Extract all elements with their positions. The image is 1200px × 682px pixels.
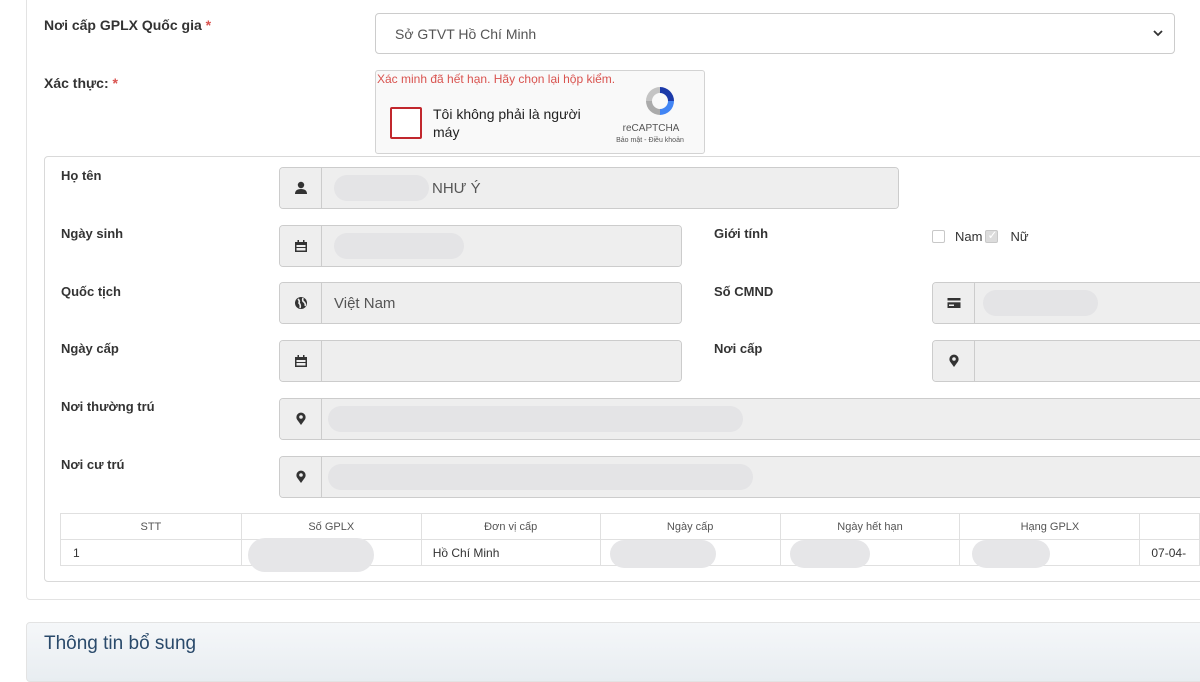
chevron-down-icon [1153, 30, 1163, 37]
recaptcha-checkbox[interactable] [390, 107, 422, 139]
column-header: Hạng GPLX [959, 513, 1141, 540]
gplx-issuer-select[interactable]: Sở GTVT Hồ Chí Minh [375, 13, 1175, 54]
dob-field[interactable] [279, 225, 682, 267]
gender-male-checkbox[interactable] [932, 230, 945, 243]
cell-extra: 07-04- [1139, 539, 1200, 566]
gender-female-checkbox[interactable] [985, 228, 999, 243]
calendar-icon [280, 341, 322, 381]
column-header: Ngày cấp [599, 513, 781, 540]
dob-label: Ngày sinh [61, 226, 124, 241]
issue-date-label: Ngày cấp [61, 341, 119, 356]
permanent-address-label: Nơi thường trú [61, 399, 155, 414]
verify-label: Xác thực: * [44, 75, 118, 91]
column-header: Số GPLX [240, 513, 422, 540]
redacted-text [328, 406, 743, 432]
recaptcha-logo-icon [646, 87, 674, 115]
redacted-text [334, 175, 429, 201]
recaptcha-terms-link[interactable]: Điều khoản [648, 137, 683, 144]
column-header [1139, 513, 1200, 540]
gender-male-label: Nam [955, 229, 983, 244]
calendar-icon [280, 226, 322, 266]
recaptcha-privacy-link[interactable]: Bảo mật [616, 137, 642, 144]
issue-place-label: Nơi cấp [714, 341, 763, 356]
nationality-field[interactable]: Việt Nam [279, 282, 682, 324]
issue-date-field[interactable] [279, 340, 682, 382]
id-card-icon [933, 283, 975, 323]
permanent-address-field[interactable] [279, 398, 1200, 440]
gender-female-label: Nữ [1010, 229, 1029, 244]
issue-place-field[interactable] [932, 340, 1200, 382]
redacted-text [334, 233, 464, 259]
gplx-label: Nơi cấp GPLX Quốc gia * [44, 17, 212, 33]
captcha-error-message: Xác minh đã hết hạn. Hãy chọn lại hộp ki… [377, 72, 616, 86]
id-number-field[interactable] [932, 282, 1200, 324]
table-row[interactable]: 1 Hồ Chí Minh 07-04- [60, 538, 1200, 572]
nationality-value: Việt Nam [322, 283, 681, 323]
map-marker-icon [280, 457, 322, 497]
license-table: STT Số GPLX Đơn vị cấp Ngày cấp Ngày hết… [60, 513, 1200, 572]
gender-options: Nam Nữ [932, 228, 1029, 244]
recaptcha-label: Tôi không phải là người máy [433, 106, 581, 140]
cell-license-number [240, 538, 422, 572]
nationality-label: Quốc tịch [61, 284, 121, 299]
table-header-row: STT Số GPLX Đơn vị cấp Ngày cấp Ngày hết… [60, 513, 1200, 540]
name-label: Họ tên [61, 168, 102, 183]
user-icon [280, 168, 322, 208]
globe-icon [280, 283, 322, 323]
map-marker-icon [933, 341, 975, 381]
cell-license-class [959, 539, 1141, 568]
redacted-text [983, 290, 1098, 316]
residence-label: Nơi cư trú [61, 457, 125, 472]
additional-info-header[interactable] [26, 622, 1200, 682]
column-header: STT [60, 513, 242, 540]
cell-issuer: Hồ Chí Minh [420, 539, 601, 566]
cell-issue-date [599, 539, 781, 568]
id-number-label: Số CMND [714, 284, 774, 299]
recaptcha-brand: reCAPTCHA [622, 123, 680, 134]
column-header: Ngày hết hạn [779, 513, 961, 540]
gender-label: Giới tính [714, 226, 769, 241]
redacted-text [328, 464, 753, 490]
name-field[interactable]: NHƯ Ý [279, 167, 899, 209]
residence-field[interactable] [279, 456, 1200, 498]
recaptcha-links: Bảo mật - Điều khoản [616, 137, 684, 144]
name-value: NHƯ Ý [432, 179, 481, 197]
cell-expiry-date [779, 539, 961, 568]
map-marker-icon [280, 399, 322, 439]
section-title: Thông tin bổ sung [44, 633, 197, 654]
cell-stt: 1 [60, 539, 242, 566]
column-header: Đơn vị cấp [420, 513, 601, 540]
gplx-issuer-value: Sở GTVT Hồ Chí Minh [395, 26, 537, 42]
